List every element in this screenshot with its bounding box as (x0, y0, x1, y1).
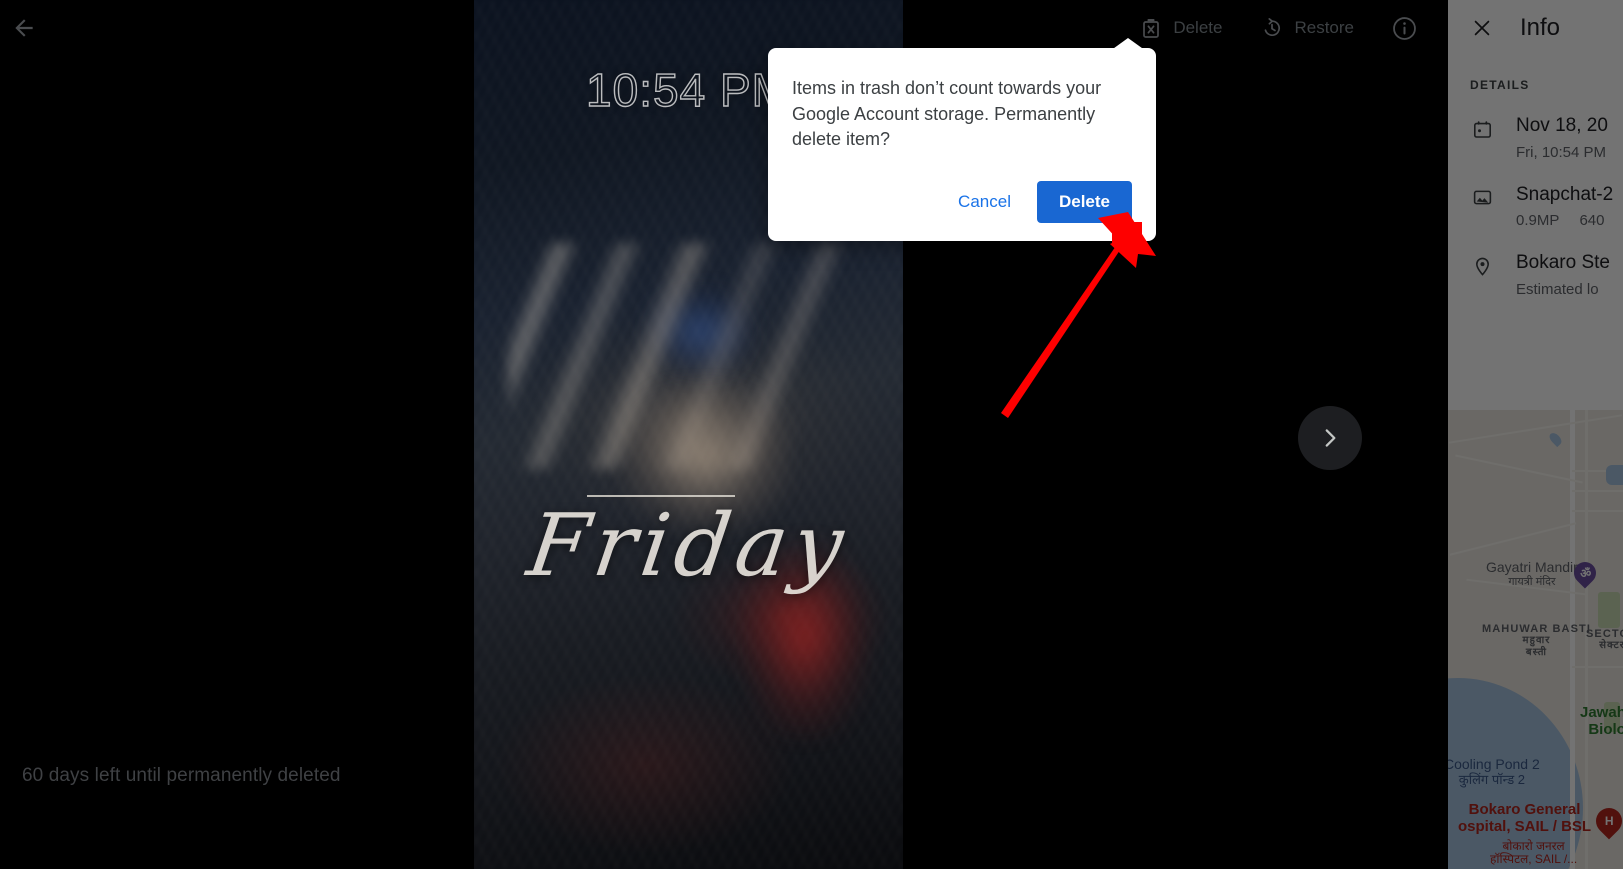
map-label-bokaro-hospital-hi: बोकारो जनरल हॉस्पिटल, SAIL /... (1490, 839, 1578, 867)
info-panel-header: Info (1448, 0, 1623, 56)
delete-confirm-dialog: Items in trash don’t count towards your … (768, 48, 1156, 241)
detail-row-file[interactable]: Snapchat-2 0.9MP 640 (1448, 161, 1623, 230)
photo-overlay-script: Friday (521, 496, 856, 596)
dialog-message: Items in trash don’t count towards your … (792, 78, 1102, 150)
back-button[interactable] (0, 4, 48, 52)
detail-file-dimensions: 640 (1579, 212, 1605, 230)
map-road-cross-4 (1572, 666, 1623, 668)
map-water-drop (1547, 430, 1564, 448)
photo-viewer: 10:54 PM Friday Delete Restore 60 days l… (0, 0, 1448, 869)
map-road-cross-3 (1572, 510, 1623, 512)
info-button[interactable] (1382, 6, 1426, 50)
map-park-1 (1598, 592, 1620, 628)
detail-location-primary: Bokaro Ste (1516, 252, 1610, 274)
map-label-sector: SECTOR सेक्टर (1586, 628, 1623, 652)
detail-file-primary: Snapchat-2 (1516, 183, 1614, 205)
detail-body-date: Nov 18, 20 Fri, 10:54 PM (1516, 114, 1608, 161)
restore-button[interactable]: Restore (1250, 10, 1364, 46)
map-label-gayatri-mandir: Gayatri Mandir गायत्री मंदिर (1486, 559, 1578, 588)
cancel-button[interactable]: Cancel (940, 182, 1029, 222)
detail-body-location: Bokaro Ste Estimated lo (1516, 251, 1610, 298)
detail-row-date[interactable]: Nov 18, 20 Fri, 10:54 PM (1448, 92, 1623, 161)
map-label-mahuwar-basti: MAHUWAR BASTI महुवार बस्ती (1482, 623, 1592, 658)
image-icon (1470, 186, 1494, 210)
info-circle-icon (1392, 16, 1416, 40)
location-pin-icon (1470, 254, 1494, 278)
detail-date-primary: Nov 18, 20 (1516, 115, 1608, 136)
chevron-right-icon (1325, 429, 1336, 447)
app-root: 10:54 PM Friday Delete Restore 60 days l… (0, 0, 1623, 869)
close-info-button[interactable] (1470, 16, 1494, 40)
dialog-actions: Cancel Delete (792, 153, 1132, 223)
detail-row-location[interactable]: Bokaro Ste Estimated lo (1448, 229, 1623, 298)
calendar-icon (1470, 117, 1494, 141)
restore-history-icon (1265, 18, 1281, 37)
confirm-delete-button[interactable]: Delete (1036, 181, 1132, 223)
map-road-diag-1 (1448, 414, 1623, 444)
map-road-diag-2 (1455, 454, 1583, 484)
trash-x-icon (1143, 19, 1160, 38)
info-panel-title: Info (1520, 14, 1561, 41)
map-label-bokaro-hospital: Bokaro General ospital, SAIL / BSL (1458, 801, 1592, 835)
detail-file-secondary: 0.9MP 640 (1516, 212, 1613, 229)
restore-button-label: Restore (1294, 18, 1354, 37)
detail-file-megapixels: 0.9MP (1516, 212, 1560, 230)
top-toolbar: Delete Restore (0, 0, 1448, 56)
map-label-cooling-pond: Cooling Pond 2 कुलिंग पॉन्ड 2 (1448, 756, 1540, 787)
photo-overlay-script-group: Friday (474, 495, 903, 596)
info-panel: Info DETAILS Nov 18, 20 Fri, 10:54 PM Sn… (1448, 0, 1623, 869)
location-map[interactable]: Gayatri Mandir गायत्री मंदिर ॐ MAHUWAR B… (1448, 410, 1623, 869)
map-road-diag-3 (1449, 522, 1577, 556)
delete-button-label: Delete (1173, 18, 1223, 37)
detail-date-secondary: Fri, 10:54 PM (1516, 143, 1607, 161)
dialog-pointer-triangle (1110, 38, 1146, 51)
map-road-cross-2 (1572, 490, 1623, 492)
details-section-label: DETAILS (1470, 78, 1530, 92)
map-label-jawahar-bio: Jawaha Biolo (1580, 704, 1623, 738)
arrow-left-icon (15, 19, 33, 37)
hospital-pin[interactable]: H (1590, 802, 1623, 840)
next-photo-button[interactable] (1298, 406, 1362, 470)
trash-retention-note: 60 days left until permanently deleted (22, 765, 341, 786)
map-pond-small (1606, 465, 1623, 485)
close-x-icon (1474, 20, 1490, 36)
detail-body-file: Snapchat-2 0.9MP 640 (1516, 183, 1613, 230)
detail-location-secondary: Estimated lo (1516, 281, 1599, 299)
